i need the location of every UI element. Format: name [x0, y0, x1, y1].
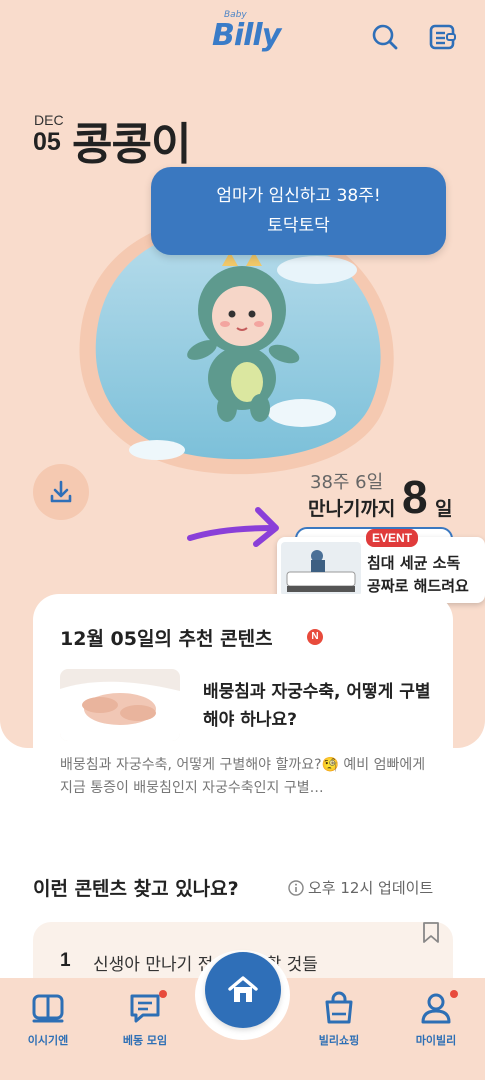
download-icon [50, 480, 72, 503]
pregnancy-week: 38주 6일 [310, 472, 384, 493]
nav-item-this-period[interactable]: 이시기엔 [8, 990, 88, 1048]
download-button[interactable] [33, 464, 89, 520]
recommend-title: 12월 05일의 추천 콘텐츠 [60, 628, 273, 650]
home-button[interactable] [205, 952, 281, 1028]
dday-label: 만나기까지 [308, 498, 396, 520]
article-description: 배뭉침과 자궁수축, 어떻게 구별해야 할까요?🧐 예비 엄빠에게 지금 통증이… [60, 757, 426, 796]
article-title: 배뭉침과 자궁수축, 어떻게 구별해야 하나요? [203, 682, 431, 730]
person-icon [421, 993, 451, 1024]
bottom-nav: 이시기엔 베동 모임 빌리쇼핑 마이빌리 [0, 950, 485, 1080]
home-icon [228, 976, 258, 1002]
nav-label-community: 베동 모임 [122, 1034, 168, 1047]
notification-dot [159, 990, 167, 998]
book-open-icon [32, 994, 64, 1023]
logo-billy-text: Billy [212, 18, 281, 53]
speech-line-2: 토닥토닥 [267, 216, 330, 236]
book-menu-icon[interactable] [427, 22, 457, 52]
event-line-1: 침대 세균 소독 [367, 554, 461, 572]
dday-number: 8 [402, 471, 428, 523]
chat-icon [130, 994, 160, 1023]
speech-bubble: 엄마가 임신하고 38주! 토닥토닥 [151, 167, 446, 255]
nav-item-community[interactable]: 베동 모임 [105, 990, 185, 1048]
update-text: 오후 12시 업데이트 [308, 879, 434, 897]
mattress-image [281, 542, 361, 596]
list-rank: 1 [60, 950, 71, 971]
nav-label-shopping: 빌리쇼핑 [318, 1034, 360, 1047]
section-title: 이런 콘텐츠 찾고 있나요? [33, 878, 239, 900]
notification-dot [450, 990, 458, 998]
bookmark-icon[interactable] [421, 922, 441, 944]
event-badge: EVENT [366, 529, 419, 547]
nav-label-this-period: 이시기엔 [27, 1034, 69, 1047]
nav-item-my-billy[interactable]: 마이빌리 [396, 990, 476, 1048]
shopping-bag-icon [325, 991, 353, 1024]
nav-label-my-billy: 마이빌리 [415, 1034, 457, 1047]
new-badge: N [307, 629, 323, 645]
article-thumbnail [60, 669, 180, 741]
arrow-annotation [187, 507, 279, 547]
nav-item-shopping[interactable]: 빌리쇼핑 [299, 990, 379, 1048]
recommend-card[interactable]: 12월 05일의 추천 콘텐츠 N 배뭉침과 자궁수축, 어떻게 구별해야 하나… [33, 594, 453, 854]
info-icon [288, 879, 304, 896]
date-day: 05 [33, 128, 61, 156]
app-logo[interactable]: Baby Billy [212, 10, 282, 60]
baby-name: 콩콩이 [72, 119, 191, 170]
update-time: 오후 12시 업데이트 [288, 877, 433, 898]
event-line-2: 공짜로 해드려요 [367, 577, 469, 595]
search-icon[interactable] [370, 22, 400, 52]
date-month: DEC [34, 112, 64, 128]
dday-unit: 일 [435, 498, 453, 520]
speech-line-1: 엄마가 임신하고 38주! [216, 186, 381, 206]
